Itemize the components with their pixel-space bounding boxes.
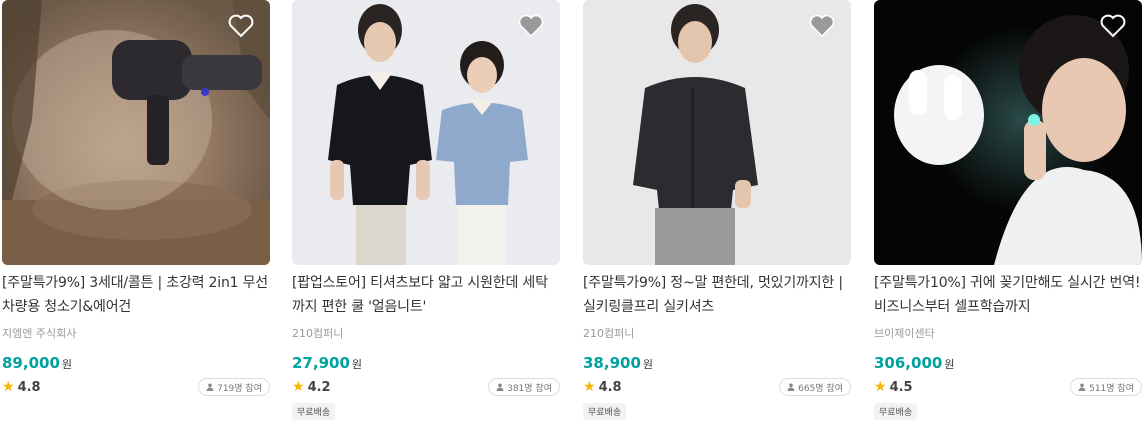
star-icon: ★ — [583, 379, 596, 395]
product-card[interactable]: [주말특가9%] 정~말 편한데, 멋있기까지한 | 실키링클프리 실키셔츠 2… — [583, 0, 851, 420]
person-icon — [496, 383, 504, 391]
rating-value: 4.5 — [889, 379, 913, 395]
rating-value: 4.8 — [598, 379, 622, 395]
product-title[interactable]: [주말특가9%] 정~말 편한데, 멋있기까지한 | 실키링클프리 실키셔츠 — [583, 271, 851, 319]
participants-badge: 665명 참여 — [779, 378, 851, 396]
product-image[interactable] — [292, 0, 560, 265]
free-shipping-badge: 무료배송 — [874, 403, 918, 420]
price-row: 306,000 원 — [874, 353, 1142, 373]
person-icon — [787, 383, 795, 391]
star-icon: ★ — [874, 379, 887, 395]
currency-label: 원 — [351, 358, 363, 371]
product-card[interactable]: [주말특가10%] 귀에 꽂기만해도 실시간 번역! 비즈니스부터 셀프학습까지… — [874, 0, 1142, 420]
participants-count: 381명 참여 — [507, 383, 552, 394]
price-row: 38,900 원 — [583, 353, 851, 373]
product-title[interactable]: [팝업스토어] 티셔츠보다 얇고 시원한데 세탁까지 편한 쿨 '얼음니트' — [292, 271, 560, 319]
product-maker: 브이제이센타 — [874, 327, 935, 340]
product-image[interactable] — [583, 0, 851, 265]
rating: ★ 4.8 — [583, 379, 622, 395]
rating-value: 4.8 — [17, 379, 41, 395]
currency-label: 원 — [944, 358, 955, 371]
meta-row: ★ 4.8 719명 참여 — [2, 377, 270, 397]
participants-count: 719명 참여 — [217, 383, 262, 394]
product-maker: 지엠엔 주식회사 — [2, 327, 77, 340]
free-shipping-badge: 무료배송 — [292, 403, 336, 420]
product-price: 89,000 — [2, 354, 60, 372]
product-maker: 210컴퍼니 — [292, 327, 344, 340]
rating-value: 4.2 — [307, 379, 331, 395]
product-title[interactable]: [주말특가10%] 귀에 꽂기만해도 실시간 번역! 비즈니스부터 셀프학습까지 — [874, 271, 1142, 319]
rating: ★ 4.8 — [2, 379, 41, 395]
star-icon: ★ — [2, 379, 15, 395]
product-price: 306,000 — [874, 354, 943, 372]
person-icon — [206, 383, 214, 391]
free-shipping-badge: 무료배송 — [583, 403, 627, 420]
meta-row: ★ 4.8 665명 참여 — [583, 377, 851, 397]
meta-row: ★ 4.5 511명 참여 — [874, 377, 1142, 397]
rating: ★ 4.2 — [292, 379, 331, 395]
product-price: 27,900 — [292, 354, 350, 372]
heart-icon[interactable] — [518, 14, 544, 38]
participants-count: 665명 참여 — [798, 383, 843, 394]
product-grid: [주말특가9%] 3세대/콜튼 | 초강력 2in1 무선 차량용 청소기&에어… — [0, 0, 1142, 425]
price-row: 89,000 원 — [2, 353, 270, 373]
participants-badge: 511명 참여 — [1070, 378, 1142, 396]
currency-label: 원 — [61, 358, 73, 371]
participants-badge: 381명 참여 — [488, 378, 560, 396]
star-icon: ★ — [292, 379, 305, 395]
price-row: 27,900 원 — [292, 353, 560, 373]
rating: ★ 4.5 — [874, 379, 913, 395]
heart-icon[interactable] — [228, 14, 254, 38]
product-maker: 210컴퍼니 — [583, 327, 635, 340]
product-price: 38,900 — [583, 354, 641, 372]
product-card[interactable]: [팝업스토어] 티셔츠보다 얇고 시원한데 세탁까지 편한 쿨 '얼음니트' 2… — [292, 0, 560, 420]
heart-icon[interactable] — [809, 14, 835, 38]
product-title[interactable]: [주말특가9%] 3세대/콜튼 | 초강력 2in1 무선 차량용 청소기&에어… — [2, 271, 270, 319]
product-image[interactable] — [2, 0, 270, 265]
participants-count: 511명 참여 — [1089, 383, 1134, 394]
product-card[interactable]: [주말특가9%] 3세대/콜튼 | 초강력 2in1 무선 차량용 청소기&에어… — [2, 0, 270, 397]
participants-badge: 719명 참여 — [198, 378, 270, 396]
person-icon — [1078, 383, 1086, 391]
product-image[interactable] — [874, 0, 1142, 265]
meta-row: ★ 4.2 381명 참여 — [292, 377, 560, 397]
currency-label: 원 — [642, 358, 654, 371]
heart-icon[interactable] — [1100, 14, 1126, 38]
